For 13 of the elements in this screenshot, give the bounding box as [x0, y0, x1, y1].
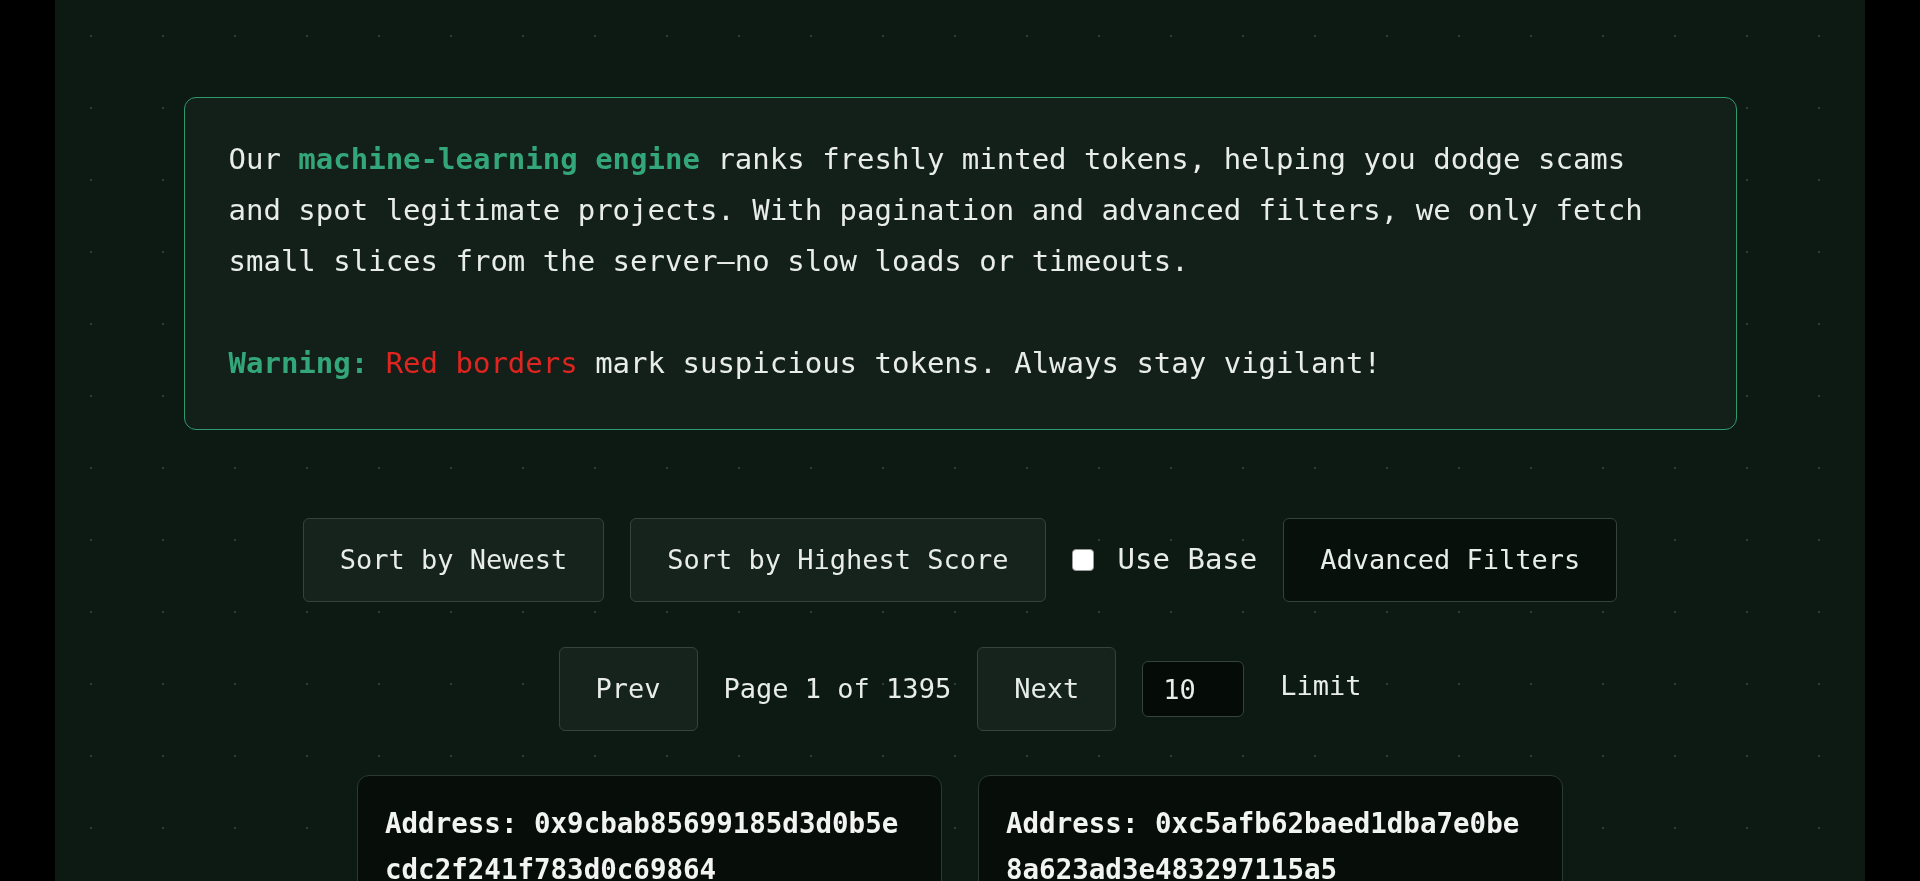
warning-text: Warning: Red borders mark suspicious tokens. Always stay vigilant!	[228, 345, 1382, 382]
prev-button[interactable]: Prev	[558, 647, 698, 731]
sort-button[interactable]: Sort by Newest	[302, 518, 605, 602]
use-base-checkbox[interactable]: Use Base	[1071, 538, 1258, 582]
page-info: Page 1 of 1395	[723, 671, 952, 706]
intro-paragraph: Our machine-learning engine ranks freshly minted tokens, helping you dodge scams and spot legitimate projects. With pagination and advanced filters, we only fetch small slices from the server—no slow loads or timeouts.	[228, 141, 1644, 280]
limit-input[interactable]: 10	[1142, 661, 1245, 717]
advanced-filters-button[interactable]: Advanced Filters	[1283, 518, 1618, 602]
token-address: Address: 0xc5afb62baed1dba7e0be8a623ad3e483297115a5	[1006, 806, 1521, 881]
sort-button[interactable]: Sort by Highest Score	[630, 518, 1046, 602]
token-address: Address: 0x9cbab85699185d3d0b5ecdc2f241f783d0c69864	[385, 806, 900, 881]
next-button[interactable]: Next	[977, 647, 1117, 731]
limit-label: Limit	[1280, 668, 1362, 703]
